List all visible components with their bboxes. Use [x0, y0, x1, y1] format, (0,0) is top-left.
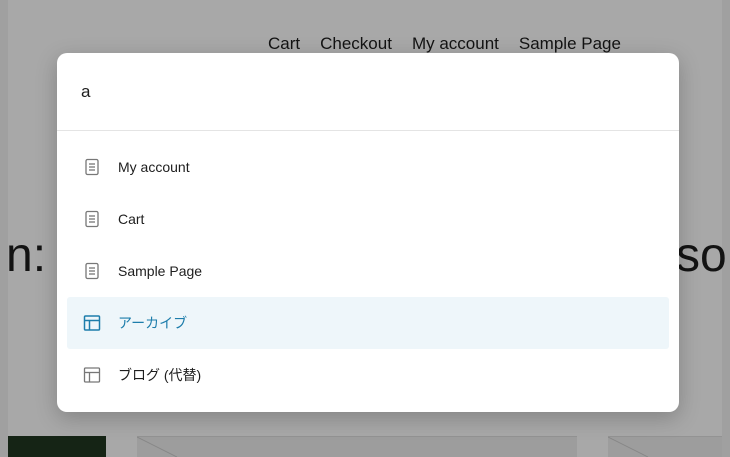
page-icon — [83, 210, 101, 228]
result-item-my-account[interactable]: My account — [67, 141, 669, 193]
result-label: Cart — [118, 211, 145, 227]
layout-icon — [83, 314, 101, 332]
command-search-input[interactable] — [81, 81, 641, 102]
search-row — [57, 53, 679, 131]
result-label: Sample Page — [118, 263, 203, 279]
result-label: ブログ (代替) — [118, 367, 202, 383]
result-item-blog-alternative[interactable]: ブログ (代替) — [67, 349, 669, 401]
command-palette: My account Cart Sample Page アーカイブ ブログ (代… — [57, 53, 679, 412]
result-label: アーカイブ — [118, 315, 188, 331]
result-item-sample-page[interactable]: Sample Page — [67, 245, 669, 297]
result-label: My account — [118, 159, 190, 175]
result-item-archive[interactable]: アーカイブ — [67, 297, 669, 349]
page-icon — [83, 262, 101, 280]
page-icon — [83, 158, 101, 176]
layout-icon — [83, 366, 101, 384]
results-list: My account Cart Sample Page アーカイブ ブログ (代… — [57, 131, 679, 401]
result-item-cart[interactable]: Cart — [67, 193, 669, 245]
